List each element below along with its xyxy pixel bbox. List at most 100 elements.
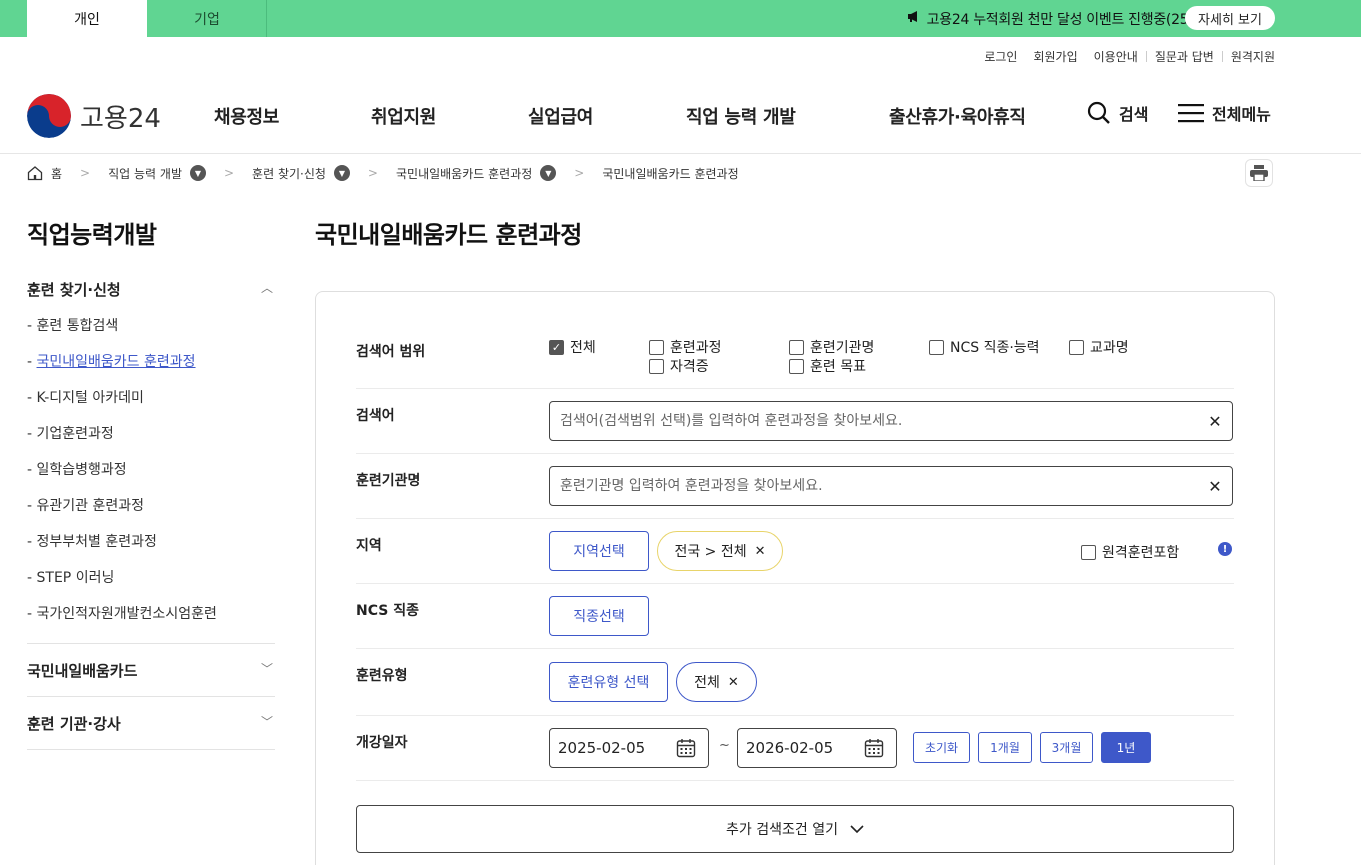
- nav-jobs[interactable]: 채용정보: [214, 103, 279, 129]
- sidebar-item[interactable]: - 정부부처별 훈련과정: [27, 531, 157, 551]
- sidebar-item[interactable]: - K-디지털 아카데미: [27, 387, 144, 407]
- region-label: 지역: [356, 538, 382, 554]
- tab-personal[interactable]: 개인: [27, 0, 147, 37]
- breadcrumb-item[interactable]: 직업 능력 개발: [108, 165, 182, 182]
- keyword-label: 검색어: [356, 408, 395, 424]
- sidebar-item[interactable]: - 기업훈련과정: [27, 423, 114, 443]
- login-link[interactable]: 로그인: [976, 48, 1025, 65]
- taegeuk-logo-icon[interactable]: [27, 94, 71, 138]
- reset-date-button[interactable]: 초기화: [913, 732, 970, 763]
- sidebar-section-label: 훈련 찾기·신청: [27, 281, 121, 299]
- home-icon[interactable]: [27, 165, 43, 181]
- chevron-right-icon: >: [80, 166, 91, 180]
- type-chip[interactable]: 전체 ✕: [676, 662, 757, 702]
- breadcrumb-item[interactable]: 국민내일배움카드 훈련과정: [396, 165, 532, 182]
- chevron-down-icon[interactable]: ▼: [189, 165, 206, 181]
- sidebar-item[interactable]: - 국가인적자원개발컨소시엄훈련: [27, 603, 217, 623]
- hamburger-icon: [1178, 103, 1204, 123]
- sidebar-item-label: K-디지털 아카데미: [36, 390, 144, 406]
- megaphone-icon: [907, 10, 921, 27]
- sidebar-item[interactable]: - STEP 이러닝: [27, 567, 114, 587]
- more-conditions-label: 추가 검색조건 열기: [726, 822, 838, 838]
- search-icon: [1087, 101, 1111, 125]
- info-icon[interactable]: !: [1218, 542, 1232, 556]
- remote-support-link[interactable]: 원격지원: [1223, 48, 1275, 65]
- sidebar-item[interactable]: - 유관기관 훈련과정: [27, 495, 144, 515]
- chevron-down-icon[interactable]: ▼: [540, 165, 557, 181]
- scope-license-checkbox[interactable]: 자격증: [649, 356, 709, 376]
- calendar-icon[interactable]: [864, 738, 884, 758]
- sidebar-item-active[interactable]: - 국민내일배움카드 훈련과정: [27, 351, 196, 371]
- guide-link[interactable]: 이용안내: [1086, 48, 1146, 65]
- checkbox-label: 훈련 목표: [810, 359, 866, 375]
- chevron-down-icon[interactable]: ▼: [333, 165, 350, 181]
- keyword-input[interactable]: [560, 413, 1208, 429]
- checkbox-box: [1081, 544, 1096, 560]
- checkbox-box: [649, 358, 664, 374]
- more-conditions-button[interactable]: 추가 검색조건 열기: [356, 805, 1234, 853]
- chevron-up-icon: ︿: [260, 281, 273, 295]
- region-select-button[interactable]: 지역선택: [549, 531, 649, 571]
- qna-link[interactable]: 질문과 답변: [1147, 48, 1222, 65]
- one-month-button[interactable]: 1개월: [978, 732, 1032, 763]
- clear-icon[interactable]: ✕: [1208, 412, 1222, 431]
- date-separator: ~: [719, 738, 730, 753]
- one-year-button[interactable]: 1년: [1101, 732, 1151, 763]
- scope-institution-checkbox[interactable]: 훈련기관명: [789, 337, 874, 357]
- scope-all-checkbox[interactable]: ✓ 전체: [549, 337, 596, 357]
- sidebar-divider: [27, 643, 275, 644]
- ncs-select-button[interactable]: 직종선택: [549, 596, 649, 636]
- checkbox-label: 원격훈련포함: [1102, 545, 1180, 561]
- all-menu-button[interactable]: 전체메뉴: [1178, 101, 1271, 125]
- close-icon[interactable]: ✕: [728, 675, 739, 690]
- nav-unemployment-benefit[interactable]: 실업급여: [528, 103, 593, 129]
- all-menu-label: 전체메뉴: [1212, 105, 1271, 124]
- scope-goal-checkbox[interactable]: 훈련 목표: [789, 356, 866, 376]
- scope-course-checkbox[interactable]: 훈련과정: [649, 337, 722, 357]
- row-divider: [356, 583, 1234, 584]
- row-divider: [356, 388, 1234, 389]
- search-label: 검색: [1119, 105, 1149, 124]
- breadcrumb-current: 국민내일배움카드 훈련과정: [602, 166, 739, 181]
- scope-ncs-checkbox[interactable]: NCS 직종·능력: [929, 337, 1040, 357]
- sidebar-item[interactable]: - 일학습병행과정: [27, 459, 127, 479]
- checkbox-box: [929, 339, 944, 355]
- util-links: 로그인 회원가입 이용안내 질문과 답변 원격지원: [976, 48, 1275, 65]
- sidebar-item-label: 국민내일배움카드 훈련과정: [36, 354, 196, 370]
- checkbox-label: 교과명: [1090, 340, 1129, 356]
- nav-vocational-training[interactable]: 직업 능력 개발: [686, 103, 796, 129]
- type-chip-label: 전체: [694, 675, 720, 691]
- three-month-button[interactable]: 3개월: [1040, 732, 1093, 763]
- sidebar-section-institution[interactable]: 훈련 기관·강사 ﹀: [27, 713, 275, 734]
- scope-subject-checkbox[interactable]: 교과명: [1069, 337, 1129, 357]
- sidebar-item[interactable]: - 훈련 통합검색: [27, 315, 118, 335]
- checkbox-box: [789, 358, 804, 374]
- sidebar-section-training-search[interactable]: 훈련 찾기·신청 ︿: [27, 279, 275, 300]
- sidebar-title: 직업능력개발: [27, 221, 157, 249]
- signup-link[interactable]: 회원가입: [1025, 48, 1085, 65]
- close-icon[interactable]: ✕: [755, 544, 766, 559]
- logo-text[interactable]: 고용24: [80, 98, 161, 135]
- breadcrumb-item[interactable]: 훈련 찾기·신청: [252, 165, 326, 182]
- detail-button[interactable]: 자세히 보기: [1185, 6, 1275, 30]
- checkbox-label: NCS 직종·능력: [950, 340, 1040, 356]
- institution-label: 훈련기관명: [356, 473, 421, 489]
- nav-employment-support[interactable]: 취업지원: [371, 103, 436, 129]
- tab-business[interactable]: 기업: [147, 0, 267, 37]
- breadcrumb-home[interactable]: 홈: [51, 165, 62, 182]
- calendar-icon[interactable]: [676, 738, 696, 758]
- sidebar-section-card[interactable]: 국민내일배움카드 ﹀: [27, 660, 275, 681]
- print-button[interactable]: [1245, 159, 1273, 187]
- clear-icon[interactable]: ✕: [1208, 477, 1222, 496]
- type-select-button[interactable]: 훈련유형 선택: [549, 662, 668, 702]
- header-search-button[interactable]: 검색: [1087, 101, 1148, 125]
- date-from-field[interactable]: 2025-02-05: [549, 728, 709, 768]
- row-divider: [356, 518, 1234, 519]
- sidebar-section-label: 훈련 기관·강사: [27, 715, 121, 733]
- date-label: 개강일자: [356, 735, 408, 751]
- nav-parental-leave[interactable]: 출산휴가·육아휴직: [889, 103, 1026, 129]
- remote-checkbox[interactable]: 원격훈련포함: [1081, 542, 1179, 562]
- region-chip[interactable]: 전국 > 전체 ✕: [657, 531, 783, 571]
- date-to-field[interactable]: 2026-02-05: [737, 728, 897, 768]
- institution-input[interactable]: [560, 478, 1208, 494]
